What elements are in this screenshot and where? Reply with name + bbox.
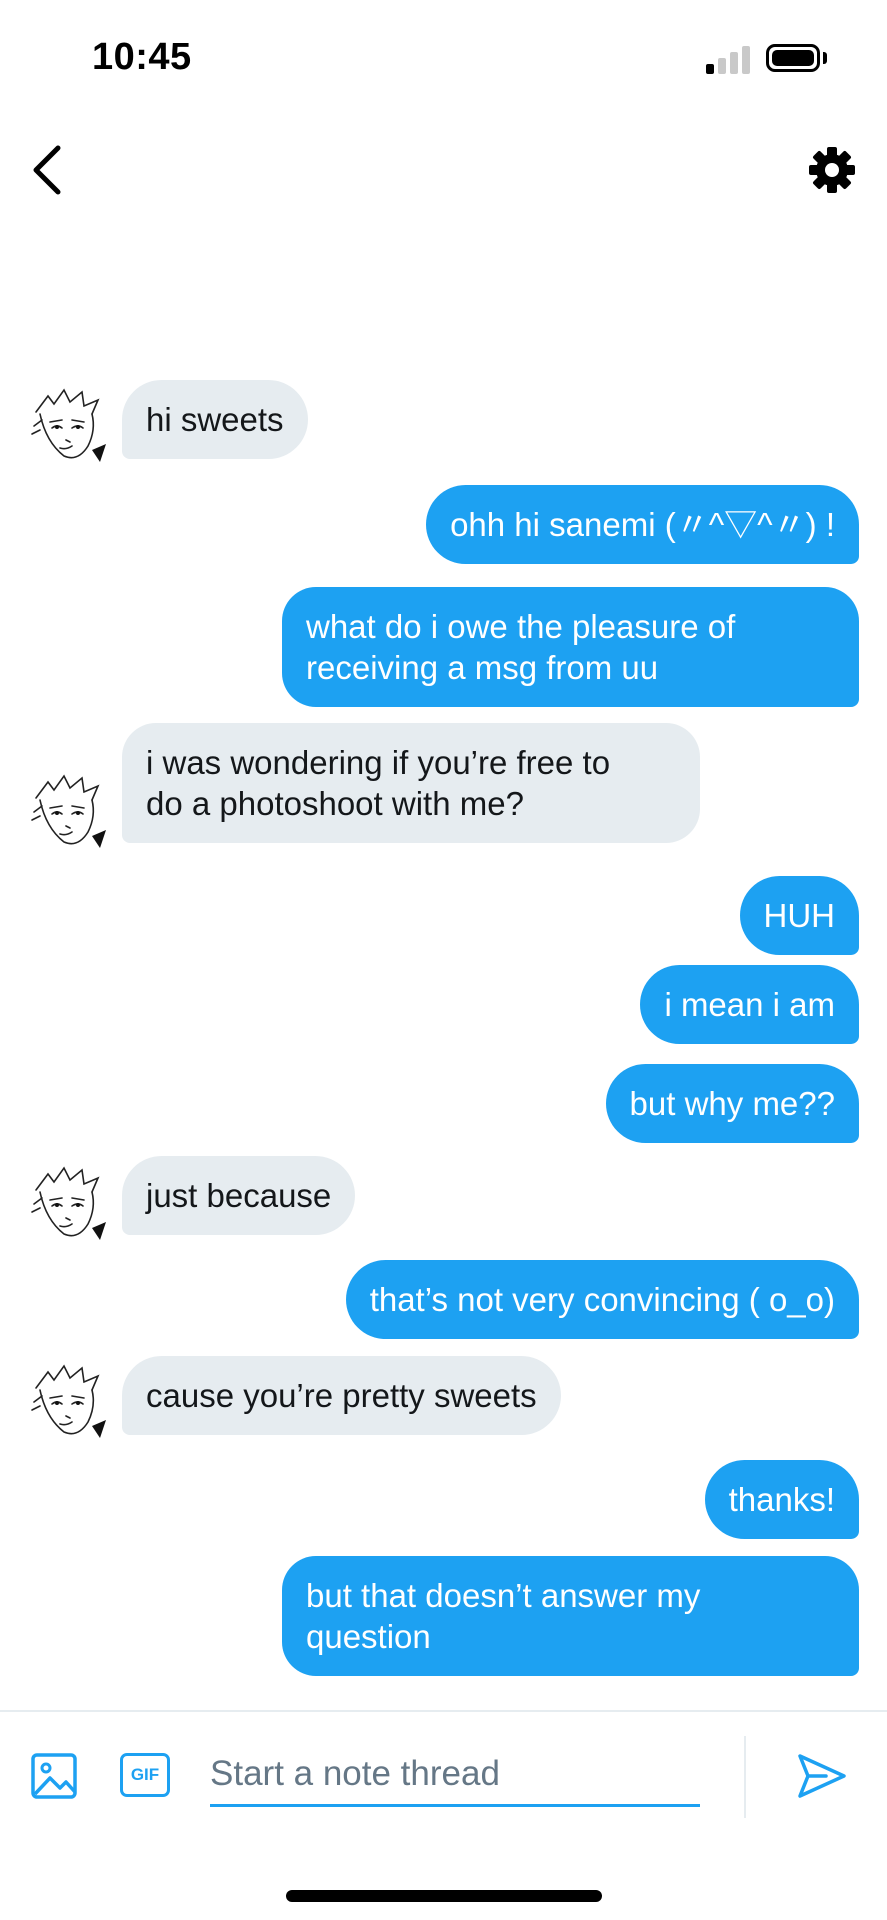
message-bubble-incoming[interactable]: i was wondering if you’re free to do a p… xyxy=(122,723,700,843)
message-bubble-outgoing[interactable]: but why me?? xyxy=(605,1064,859,1143)
avatar[interactable] xyxy=(26,382,112,468)
image-icon[interactable] xyxy=(30,1752,78,1800)
message-bubble-incoming[interactable]: hi sweets xyxy=(122,380,308,459)
message-text: HUH xyxy=(763,897,836,934)
signal-strength-icon xyxy=(706,44,750,74)
message-text: that’s not very convincing ( o_o) xyxy=(369,1281,835,1318)
message-text: receiving a msg from uu xyxy=(306,649,659,686)
chevron-left-icon[interactable] xyxy=(28,140,68,200)
message-text: but why me?? xyxy=(629,1085,835,1122)
send-divider xyxy=(744,1736,746,1818)
message-text: i mean i am xyxy=(664,986,835,1023)
message-text: thanks! xyxy=(728,1481,835,1518)
message-text: hi sweets xyxy=(146,401,284,438)
message-bubble-outgoing[interactable]: but that doesn’t answer my question xyxy=(282,1556,859,1676)
message-text: but that doesn’t answer my xyxy=(306,1577,701,1614)
message-text: cause you’re pretty sweets xyxy=(146,1377,537,1414)
message-bubble-outgoing[interactable]: HUH xyxy=(739,876,859,955)
battery-nub xyxy=(823,52,827,64)
message-text: do a photoshoot with me? xyxy=(146,785,524,822)
message-bubble-outgoing[interactable]: thanks! xyxy=(704,1460,859,1539)
message-text: i was wondering if you’re free to xyxy=(146,744,611,781)
note-thread-input[interactable] xyxy=(210,1744,700,1807)
message-bubble-outgoing[interactable]: ohh hi sanemi (〃^▽^〃) ! xyxy=(426,485,859,564)
home-indicator[interactable] xyxy=(286,1890,602,1902)
send-icon[interactable] xyxy=(796,1750,848,1802)
avatar[interactable] xyxy=(26,1358,112,1444)
message-text: ohh hi sanemi (〃^▽^〃) ! xyxy=(450,506,835,543)
message-bubble-incoming[interactable]: cause you’re pretty sweets xyxy=(122,1356,561,1435)
message-bubble-outgoing[interactable]: i mean i am xyxy=(640,965,859,1044)
message-bubble-outgoing[interactable]: what do i owe the pleasure of receiving … xyxy=(282,587,859,707)
status-time: 10:45 xyxy=(92,36,192,78)
gear-icon[interactable] xyxy=(808,146,856,194)
message-text: what do i owe the pleasure of xyxy=(306,608,736,645)
gif-button[interactable]: GIF xyxy=(120,1753,170,1797)
avatar[interactable] xyxy=(26,1160,112,1246)
composer-divider xyxy=(0,1710,887,1712)
message-text: question xyxy=(306,1618,431,1655)
message-bubble-incoming[interactable]: just because xyxy=(122,1156,356,1235)
battery-icon xyxy=(766,44,820,72)
message-bubble-outgoing[interactable]: that’s not very convincing ( o_o) xyxy=(345,1260,859,1339)
message-text: just because xyxy=(146,1177,332,1214)
avatar[interactable] xyxy=(26,768,112,854)
